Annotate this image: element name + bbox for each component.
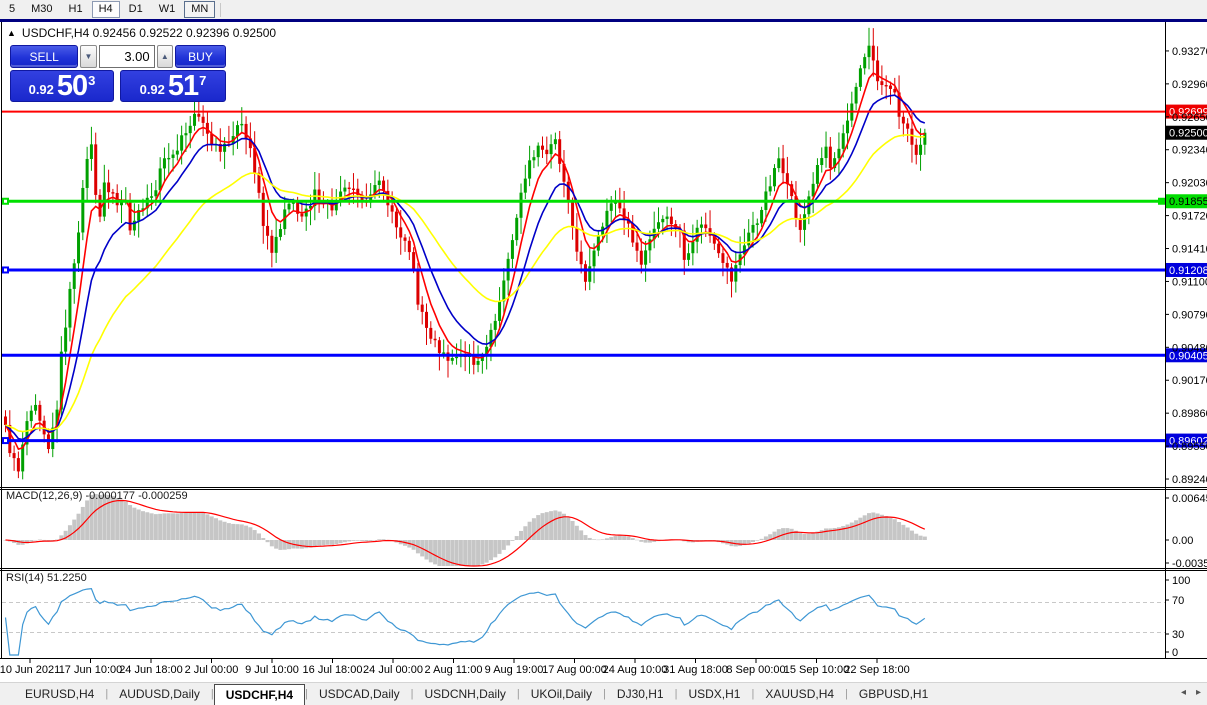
rsi-layer [2,589,1165,655]
time-axis-label: 16 Jul 18:00 [303,664,363,676]
timeframe-button-D1[interactable]: D1 [122,1,150,18]
chart-tab-eurusd[interactable]: EURUSD,H4 [14,683,105,705]
buy-price-main: 51 [168,73,198,100]
price-axis-tick: 0.93270 [1172,46,1207,58]
chart-tab-ukoil[interactable]: UKOil,Daily [520,683,603,705]
tab-scroll-right-icon[interactable]: ▸ [1196,688,1201,698]
rsi-axis-tick: 30 [1172,629,1184,641]
time-axis-label: 2 Aug 11:00 [425,664,483,676]
time-axis-label: 24 Aug 10:00 [603,664,668,676]
time-axis-label: 31 Aug 18:00 [663,664,728,676]
rsi-label: RSI(14) 51.2250 [6,572,87,584]
chart-tab-usdcnh[interactable]: USDCNH,Daily [414,683,517,705]
price-axis-tick: 0.91720 [1172,211,1207,223]
price-axis-tick: 0.90170 [1172,375,1207,387]
time-axis-label: 2 Jul 00:00 [185,664,239,676]
time-axis-label: 9 Jul 10:00 [245,664,299,676]
chart-tab-audusd[interactable]: AUDUSD,Daily [108,683,211,705]
timeframe-button-M30[interactable]: M30 [24,1,59,18]
chart-tab-dj30[interactable]: DJ30,H1 [606,683,675,705]
sell-button[interactable]: SELL [10,45,78,68]
price-axis-tick: 0.89860 [1172,408,1207,420]
buy-button[interactable]: BUY [175,45,226,68]
price-axis-tick: 0.90790 [1172,309,1207,321]
time-axis-label: 17 Jun 10:00 [59,664,123,676]
timeframe-button-MN[interactable]: MN [184,1,215,18]
chart-title-text: USDCHF,H4 0.92456 0.92522 0.92396 0.9250… [22,26,276,40]
price-tag: 0.91855 [1169,196,1207,208]
macd-histogram [4,494,927,566]
price-tag: 0.91208 [1169,265,1207,277]
price-axis-tick: 0.91100 [1172,276,1207,288]
chart-tab-gbpusd[interactable]: GBPUSD,H1 [848,683,939,705]
price-tag: 0.92500 [1169,128,1207,140]
price-axis-tick: 0.91410 [1172,244,1207,256]
price-axis-tick: 0.90480 [1172,342,1207,354]
rsi-line [6,589,925,655]
sell-price-display[interactable]: 0.92 50 3 [10,70,114,102]
toolbar-separator [220,3,221,17]
chart-tab-usdchf[interactable]: USDCHF,H4 [214,684,305,705]
ma-6-line [6,73,925,449]
macd-axis-tick: -0.003507 [1172,558,1207,570]
one-click-trading-panel: SELL ▼ ▲ BUY 0.92 50 3 0.92 51 7 [10,45,226,102]
time-axis-label: 15 Sep 10:00 [784,664,849,676]
time-axis-label: 9 Aug 19:00 [485,664,544,676]
ma-lines-layer [6,73,925,449]
time-axis-label: 24 Jun 18:00 [119,664,183,676]
hlines-layer: 0.926990.918550.912080.904050.896020.925… [2,105,1207,448]
chart-tabs-bar: EURUSD,H4|AUDUSD,Daily|USDCHF,H4|USDCAD,… [0,682,1207,705]
timeframe-button-H4[interactable]: H4 [92,1,120,18]
sell-price-prefix: 0.92 [29,80,54,100]
price-axis-tick: 0.92030 [1172,178,1207,190]
chart-tab-xauusd[interactable]: XAUUSD,H4 [754,683,845,705]
time-axis-label: 22 Sep 18:00 [844,664,909,676]
timeframe-toolbar: 5M30H1H4D1W1MN [0,0,1207,19]
chart-tab-usdx[interactable]: USDX,H1 [677,683,751,705]
buy-price-prefix: 0.92 [140,80,165,100]
timeframe-button-H1[interactable]: H1 [62,1,90,18]
chart-title: ▲ USDCHF,H4 0.92456 0.92522 0.92396 0.92… [7,26,276,40]
price-axis-tick: 0.89550 [1172,441,1207,453]
price-axis-tick: 0.92650 [1172,112,1207,124]
chart-tab-usdcad[interactable]: USDCAD,Daily [308,683,411,705]
chart-canvas[interactable]: 0.926990.918550.912080.904050.896020.925… [0,0,1207,705]
timeframe-button-5[interactable]: 5 [2,1,22,18]
time-axis-label: 24 Jul 00:00 [363,664,423,676]
buy-price-pip: 7 [199,75,206,87]
rsi-axis-tick: 100 [1172,575,1190,587]
time-axis-label: 17 Aug 00:00 [542,664,607,676]
time-axis-label: 8 Sep 00:00 [726,664,785,676]
tab-scroll-left-icon[interactable]: ◂ [1181,688,1186,698]
axes-layer: 0.932700.929600.926500.923400.920300.917… [0,22,1207,676]
macd-label: MACD(12,26,9) -0.000177 -0.000259 [6,490,188,502]
price-axis-tick: 0.92340 [1172,145,1207,157]
rsi-axis-tick: 70 [1172,595,1184,607]
volume-increase-button[interactable]: ▲ [157,45,173,68]
chart-window-top-border [0,19,1207,22]
buy-price-display[interactable]: 0.92 51 7 [120,70,226,102]
volume-decrease-button[interactable]: ▼ [80,45,96,68]
sell-price-main: 50 [57,73,87,100]
time-axis-label: 10 Jun 2021 [0,664,60,676]
sell-price-pip: 3 [88,75,95,87]
price-axis-tick: 0.92960 [1172,79,1207,91]
macd-axis-tick: 0.00 [1172,535,1193,547]
timeframe-button-W1[interactable]: W1 [152,1,183,18]
volume-input[interactable] [99,45,155,68]
collapse-panel-icon[interactable]: ▲ [7,28,16,38]
ma-13-line [6,95,925,439]
price-axis-tick: 0.89240 [1172,474,1207,486]
rsi-axis-tick: 0 [1172,647,1178,659]
macd-axis-tick: 0.006451 [1172,493,1207,505]
tab-scrollers: ◂ ▸ [1181,688,1201,698]
